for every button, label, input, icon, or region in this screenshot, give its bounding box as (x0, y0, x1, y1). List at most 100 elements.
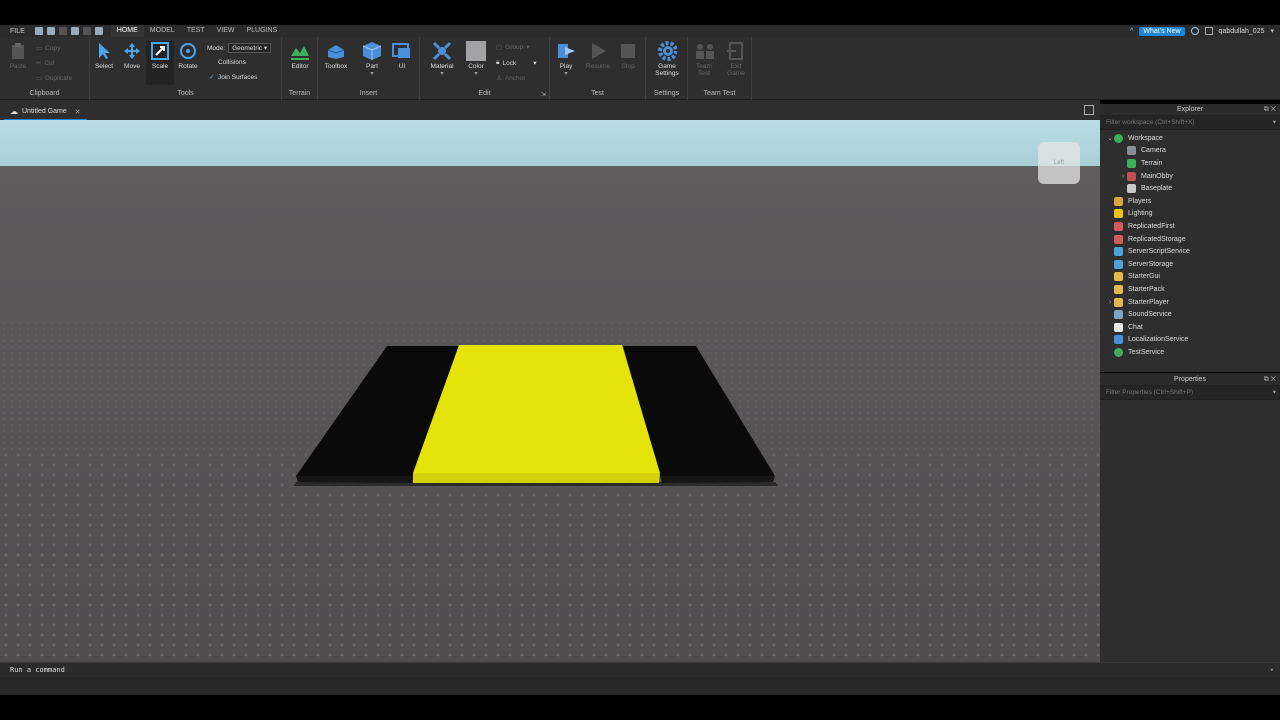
mode-dropdown[interactable]: Geometric ▾ (228, 43, 272, 53)
explorer-item[interactable]: ReplicatedFirst (1100, 220, 1280, 233)
file-menu[interactable]: FILE (0, 28, 35, 35)
toolbox-button[interactable]: Toolbox (322, 41, 350, 70)
terrain-editor-button[interactable]: Editor (286, 41, 314, 70)
camera-icon (1127, 146, 1136, 156)
share-icon[interactable] (1204, 27, 1213, 35)
explorer-item[interactable]: StarterGui (1100, 271, 1280, 284)
ui-button[interactable]: UI (388, 41, 416, 70)
explorer-item[interactable]: ReplicatedStorage (1100, 233, 1280, 246)
chevron-down-icon[interactable]: ⌄ (1106, 134, 1114, 142)
mode-selector[interactable]: Mode: Geometric ▾ (207, 43, 272, 53)
explorer-item[interactable]: ServerStorage (1100, 258, 1280, 271)
explorer-item[interactable]: TestService (1100, 346, 1280, 359)
view-cube[interactable]: Left (1038, 142, 1080, 184)
help-icon[interactable] (1190, 27, 1199, 35)
collisions-checkbox[interactable] (209, 60, 215, 66)
tab-test[interactable]: TEST (181, 25, 211, 37)
undo-icon[interactable] (94, 27, 103, 35)
command-bar[interactable]: Run a command ▾ (0, 662, 1280, 677)
username[interactable]: qabdullah_025 (1219, 28, 1265, 35)
properties-filter-dropdown-icon[interactable]: ▾ (1273, 386, 1276, 400)
play-dropdown-icon[interactable]: ▾ (552, 70, 580, 77)
explorer-item[interactable]: Lighting (1100, 208, 1280, 221)
material-dropdown-icon[interactable]: ▾ (428, 70, 456, 77)
explorer-item-label: LocalizationService (1128, 336, 1189, 344)
right-black-part-side (660, 476, 775, 483)
explorer-filter-dropdown-icon[interactable]: ▾ (1273, 116, 1276, 130)
binoculars-icon[interactable] (46, 27, 55, 35)
play-icon (556, 41, 576, 61)
properties-header: Properties ⧉ ✕ (1100, 374, 1280, 386)
move-button[interactable]: Move (118, 41, 146, 70)
team-test-label-2: Test (698, 70, 710, 77)
part-label: Part (366, 63, 378, 70)
color-button[interactable]: Color ▾ (462, 41, 490, 77)
publish-icon[interactable] (70, 27, 79, 35)
team-test-button[interactable]: Team Test (690, 41, 718, 77)
chevron-right-icon[interactable]: › (1106, 299, 1114, 306)
tab-view[interactable]: VIEW (211, 25, 241, 37)
rotate-button[interactable]: Rotate (174, 41, 202, 70)
collapse-ribbon-icon[interactable]: ^ (1130, 28, 1133, 35)
collisions-toggle[interactable]: Collisions (209, 59, 246, 66)
redo-icon[interactable] (58, 27, 67, 35)
edit-expand-icon[interactable]: ⇲ (541, 91, 546, 98)
explorer-window-controls[interactable]: ⧉ ✕ (1264, 104, 1276, 116)
maximize-viewport-icon[interactable] (1084, 105, 1094, 115)
anchor-button[interactable]: ⚓︎ Anchor (496, 74, 525, 83)
tab-plugins[interactable]: PLUGINS (240, 25, 283, 37)
exit-game-button[interactable]: Exit Game (722, 41, 750, 77)
play-button[interactable]: Play ▾ (552, 41, 580, 77)
3d-viewport[interactable]: Left (0, 120, 1100, 662)
lock-dropdown-icon[interactable]: ▾ (533, 59, 536, 67)
chevron-right-icon[interactable]: › (1119, 173, 1127, 180)
globe-icon (1114, 133, 1123, 143)
explorer-item[interactable]: Baseplate (1100, 182, 1280, 195)
explorer-filter-placeholder: Filter workspace (Ctrl+Shift+X) (1106, 119, 1195, 126)
explorer-filter-input[interactable]: Filter workspace (Ctrl+Shift+X) ▾ (1100, 116, 1280, 130)
explorer-item[interactable]: › StarterPlayer (1100, 296, 1280, 309)
explorer-item[interactable]: Chat (1100, 321, 1280, 334)
new-file-icon[interactable] (34, 27, 43, 35)
group-label: Group (505, 43, 524, 51)
part-button[interactable]: Part ▾ (358, 41, 386, 77)
copy-button[interactable]: ▭ Copy (36, 44, 61, 53)
explorer-item[interactable]: ServerScriptService (1100, 245, 1280, 258)
duplicate-button[interactable]: ▭ Duplicate (36, 74, 72, 83)
user-dropdown-icon[interactable]: ▾ (1270, 27, 1274, 35)
command-bar-dropdown-icon[interactable]: ▾ (1270, 663, 1274, 678)
explorer-item[interactable]: ⌄ Workspace (1100, 132, 1280, 145)
lock-button[interactable]: 🔒︎ Lock ▾ (496, 59, 536, 67)
cut-button[interactable]: ✂ Cut (36, 59, 55, 68)
explorer-item[interactable]: Camera (1100, 145, 1280, 158)
join-surfaces-toggle[interactable]: ✓ Join Surfaces (209, 74, 257, 82)
tab-home[interactable]: HOME (110, 25, 144, 37)
copy-label: Copy (45, 44, 61, 52)
resume-button[interactable]: Resume (584, 41, 612, 70)
properties-filter-input[interactable]: Filter Properties (Ctrl+Shift+P) ▾ (1100, 386, 1280, 400)
explorer-item-label: StarterGui (1128, 273, 1160, 281)
explorer-item[interactable]: Players (1100, 195, 1280, 208)
scale-button[interactable]: Scale (146, 41, 174, 85)
close-tab-icon[interactable]: ✕ (75, 108, 81, 116)
group-dropdown-icon[interactable]: ▾ (526, 43, 529, 51)
material-button[interactable]: Material ▾ (428, 41, 456, 77)
explorer-item[interactable]: StarterPack (1100, 283, 1280, 296)
part-dropdown-icon[interactable]: ▾ (358, 70, 386, 77)
select-button[interactable]: Select (90, 41, 118, 70)
tab-model[interactable]: MODEL (144, 25, 181, 37)
explorer-item[interactable]: Terrain (1100, 157, 1280, 170)
explorer-item[interactable]: SoundService (1100, 308, 1280, 321)
game-settings-button[interactable]: Game Settings (653, 41, 681, 77)
group-button[interactable]: ▢ Group ▾ (496, 43, 530, 52)
paste-button[interactable]: Paste (4, 41, 32, 70)
save-icon[interactable] (82, 27, 91, 35)
explorer-item[interactable]: › MainObby (1100, 170, 1280, 183)
untitled-game-tab[interactable]: ☁ Untitled Game ✕ (4, 104, 87, 120)
stop-button[interactable]: Stop (614, 41, 642, 70)
explorer-item[interactable]: LocalizationService (1100, 334, 1280, 347)
color-dropdown-icon[interactable]: ▾ (462, 70, 490, 77)
join-surfaces-check-icon[interactable]: ✓ (209, 74, 215, 81)
whats-new-button[interactable]: What's New (1139, 26, 1185, 36)
properties-window-controls[interactable]: ⧉ ✕ (1264, 374, 1276, 386)
